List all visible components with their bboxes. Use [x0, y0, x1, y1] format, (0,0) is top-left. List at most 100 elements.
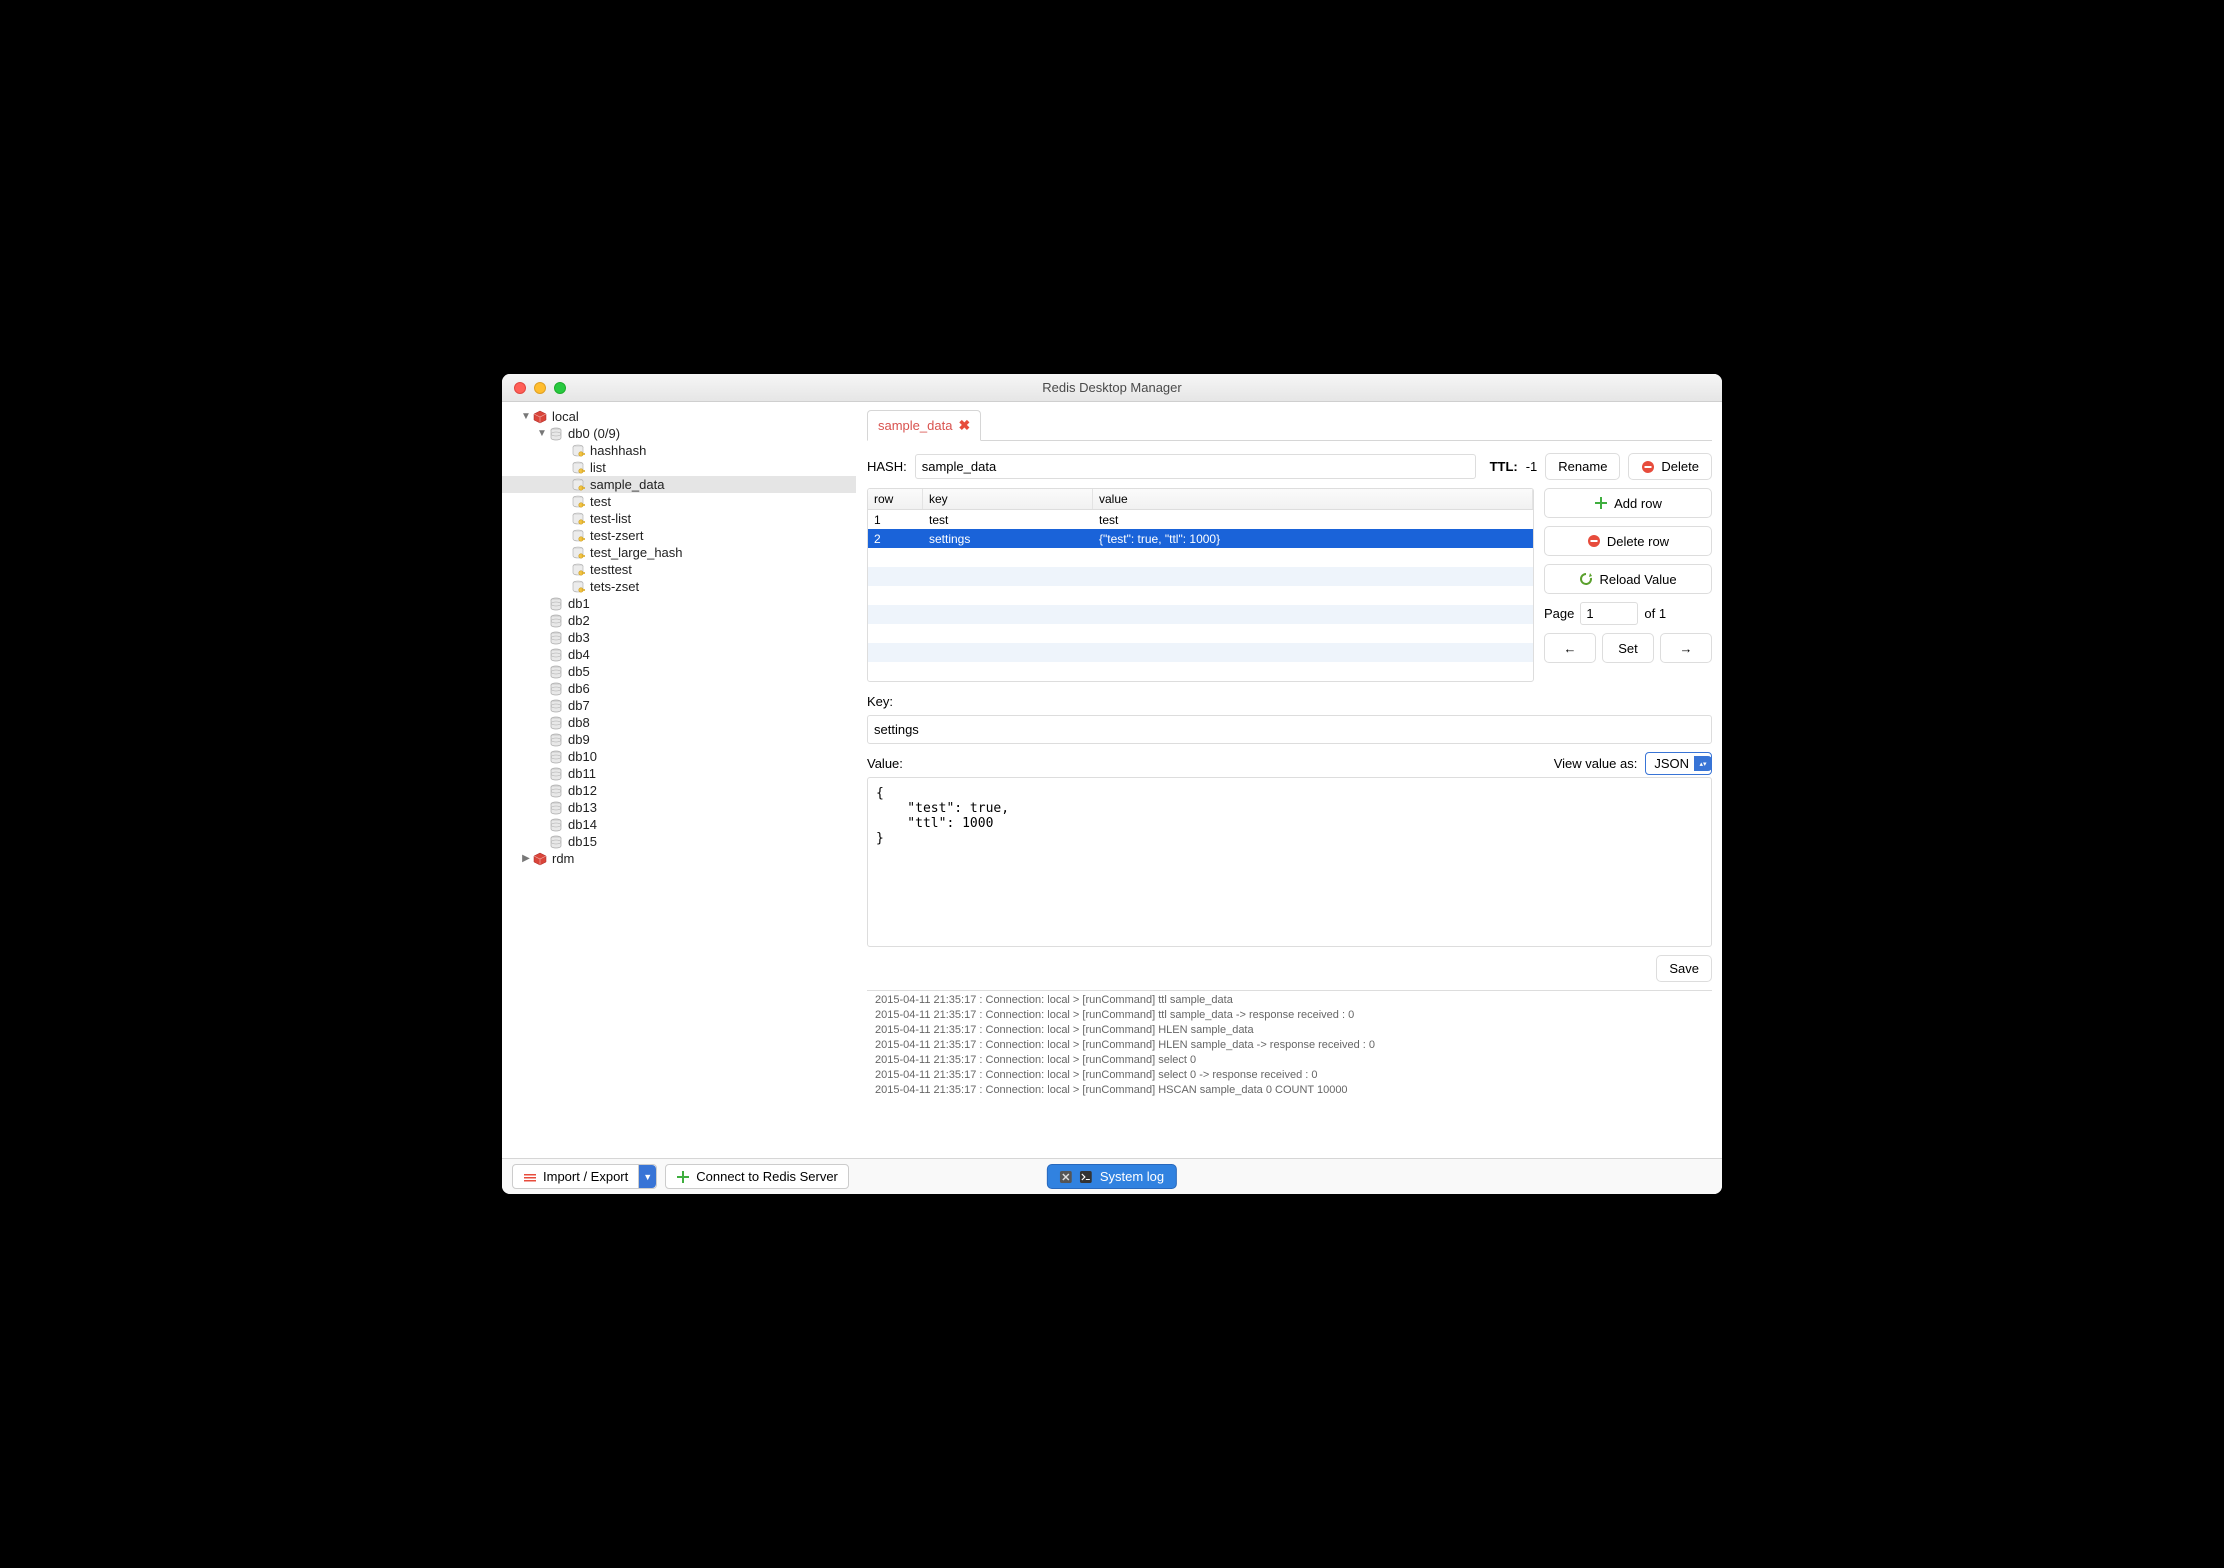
key-icon [570, 546, 586, 560]
database-node[interactable]: db6 [502, 680, 856, 697]
tab-bar: sample_data ✖ [867, 410, 1712, 441]
table-row-empty [868, 548, 1533, 567]
key-field-input[interactable] [867, 715, 1712, 744]
database-label: db4 [568, 647, 590, 662]
system-log-button[interactable]: System log [1047, 1164, 1177, 1189]
database-icon [548, 801, 564, 815]
key-node[interactable]: test [502, 493, 856, 510]
cell-row: 2 [868, 530, 923, 548]
chevron-down-icon[interactable]: ▼ [520, 411, 532, 422]
database-node[interactable]: db8 [502, 714, 856, 731]
table-row-empty [868, 586, 1533, 605]
database-node[interactable]: db15 [502, 833, 856, 850]
key-icon [570, 461, 586, 475]
database-icon [548, 665, 564, 679]
database-node[interactable]: db2 [502, 612, 856, 629]
connections-tree[interactable]: ▼local▼db0 (0/9)hashhashlistsample_datat… [502, 408, 856, 1158]
rename-button[interactable]: Rename [1545, 453, 1620, 480]
database-icon [548, 427, 564, 441]
key-label: test-zsert [590, 528, 643, 543]
hash-fields-grid[interactable]: row key value 1testtest2settings{"test":… [867, 488, 1534, 682]
database-icon [548, 767, 564, 781]
log-line: 2015-04-11 21:35:17 : Connection: local … [875, 1038, 1704, 1053]
tab-close-icon[interactable]: ✖ [958, 417, 970, 434]
database-node[interactable]: ▼ db0 (0/9) [502, 425, 856, 442]
database-node[interactable]: db4 [502, 646, 856, 663]
connect-button[interactable]: Connect to Redis Server [665, 1164, 849, 1189]
key-tab[interactable]: sample_data ✖ [867, 410, 981, 441]
database-node[interactable]: db13 [502, 799, 856, 816]
page-set-button[interactable]: Set [1602, 633, 1654, 663]
reload-icon [1579, 572, 1593, 586]
col-row: row [868, 489, 923, 509]
chevron-updown-icon: ▴▾ [1694, 756, 1712, 771]
chevron-right-icon[interactable]: ▶ [520, 853, 532, 864]
value-textarea[interactable] [867, 777, 1712, 947]
key-label: test [590, 494, 611, 509]
connections-sidebar: ▼local▼db0 (0/9)hashhashlistsample_datat… [502, 402, 857, 1158]
database-label: db6 [568, 681, 590, 696]
grid-header: row key value [868, 489, 1533, 510]
database-node[interactable]: db1 [502, 595, 856, 612]
key-node[interactable]: hashhash [502, 442, 856, 459]
page-input[interactable] [1580, 602, 1638, 625]
key-node[interactable]: tets-zset [502, 578, 856, 595]
log-line: 2015-04-11 21:35:17 : Connection: local … [875, 993, 1704, 1008]
connection-node[interactable]: ▶rdm [502, 850, 856, 867]
page-next-button[interactable]: → [1660, 633, 1712, 663]
database-icon [548, 784, 564, 798]
key-node[interactable]: list [502, 459, 856, 476]
table-row[interactable]: 1testtest [868, 510, 1533, 529]
database-label: db0 (0/9) [568, 426, 620, 441]
key-name-input[interactable] [915, 454, 1476, 479]
database-label: db15 [568, 834, 597, 849]
log-panel[interactable]: 2015-04-11 21:35:17 : Connection: local … [867, 990, 1712, 1096]
key-node[interactable]: test-list [502, 510, 856, 527]
redis-icon [532, 410, 548, 424]
page-prev-button[interactable]: ← [1544, 633, 1596, 663]
delete-row-button[interactable]: Delete row [1544, 526, 1712, 556]
page-label: Page [1544, 606, 1574, 621]
import-export-button[interactable]: Import / Export ▼ [512, 1164, 657, 1189]
database-node[interactable]: db10 [502, 748, 856, 765]
database-node[interactable]: db11 [502, 765, 856, 782]
key-icon [570, 444, 586, 458]
log-line: 2015-04-11 21:35:17 : Connection: local … [875, 1053, 1704, 1068]
save-button[interactable]: Save [1656, 955, 1712, 982]
database-node[interactable]: db9 [502, 731, 856, 748]
log-line: 2015-04-11 21:35:17 : Connection: local … [875, 1068, 1704, 1083]
database-label: db8 [568, 715, 590, 730]
terminal-icon [1080, 1171, 1094, 1183]
key-node[interactable]: sample_data [502, 476, 856, 493]
chevron-down-icon[interactable]: ▼ [638, 1165, 656, 1188]
grid-actions: Add row Delete row Reload Value [1544, 488, 1712, 682]
database-node[interactable]: db5 [502, 663, 856, 680]
connection-node[interactable]: ▼local [502, 408, 856, 425]
import-export-icon [523, 1170, 537, 1184]
database-icon [548, 835, 564, 849]
database-node[interactable]: db12 [502, 782, 856, 799]
reload-value-button[interactable]: Reload Value [1544, 564, 1712, 594]
database-icon [548, 818, 564, 832]
key-node[interactable]: test_large_hash [502, 544, 856, 561]
database-node[interactable]: db14 [502, 816, 856, 833]
tab-label: sample_data [878, 418, 952, 433]
page-of: of 1 [1644, 606, 1666, 621]
plus-icon [1594, 496, 1608, 510]
key-node[interactable]: testtest [502, 561, 856, 578]
key-label: testtest [590, 562, 632, 577]
delete-button[interactable]: Delete [1628, 453, 1712, 480]
log-line: 2015-04-11 21:35:17 : Connection: local … [875, 1008, 1704, 1023]
chevron-down-icon[interactable]: ▼ [536, 428, 548, 439]
add-row-button[interactable]: Add row [1544, 488, 1712, 518]
redis-icon [532, 852, 548, 866]
database-node[interactable]: db3 [502, 629, 856, 646]
database-label: db5 [568, 664, 590, 679]
view-as-select[interactable]: JSON ▴▾ [1645, 756, 1712, 771]
database-label: db12 [568, 783, 597, 798]
table-row[interactable]: 2settings{"test": true, "ttl": 1000} [868, 529, 1533, 548]
minus-circle-icon [1587, 534, 1601, 548]
pager: Page of 1 [1544, 602, 1712, 625]
key-node[interactable]: test-zsert [502, 527, 856, 544]
database-node[interactable]: db7 [502, 697, 856, 714]
